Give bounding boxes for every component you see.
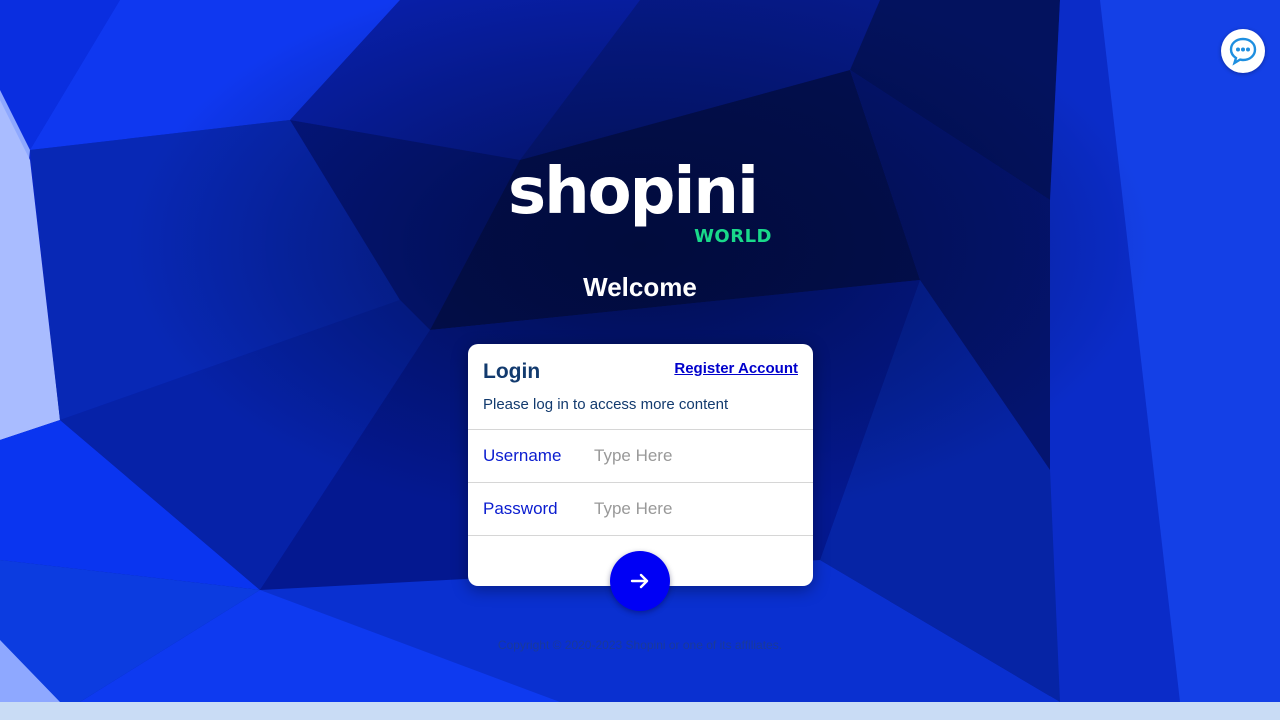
logo-wordmark: shopini — [508, 155, 759, 229]
password-label: Password — [483, 499, 558, 518]
login-card: Login Register Account Please log in to … — [468, 344, 813, 611]
arrow-right-icon — [630, 573, 649, 589]
register-account-link[interactable]: Register Account — [674, 360, 798, 377]
divider — [468, 535, 813, 536]
password-row: Password — [468, 482, 813, 535]
chat-bubble-icon — [1229, 37, 1257, 66]
login-page: shopini WORLD Welcome Login Register Acc… — [0, 0, 1280, 720]
shopini-logo: shopini WORLD — [508, 160, 772, 252]
username-input[interactable] — [588, 440, 810, 472]
login-submit-button[interactable] — [610, 551, 670, 611]
login-title: Login — [483, 360, 541, 383]
welcome-heading: Welcome — [583, 272, 697, 302]
login-subtitle: Please log in to access more content — [483, 396, 729, 413]
username-row: Username — [468, 429, 813, 482]
logo-subtitle: WORLD — [694, 226, 772, 247]
chat-button[interactable] — [1221, 29, 1265, 73]
bottom-strip — [0, 702, 1280, 720]
username-label: Username — [483, 446, 562, 465]
password-input[interactable] — [588, 493, 810, 525]
copyright-text: Copyright © 2020-2023 Shopini or one of … — [497, 638, 783, 652]
